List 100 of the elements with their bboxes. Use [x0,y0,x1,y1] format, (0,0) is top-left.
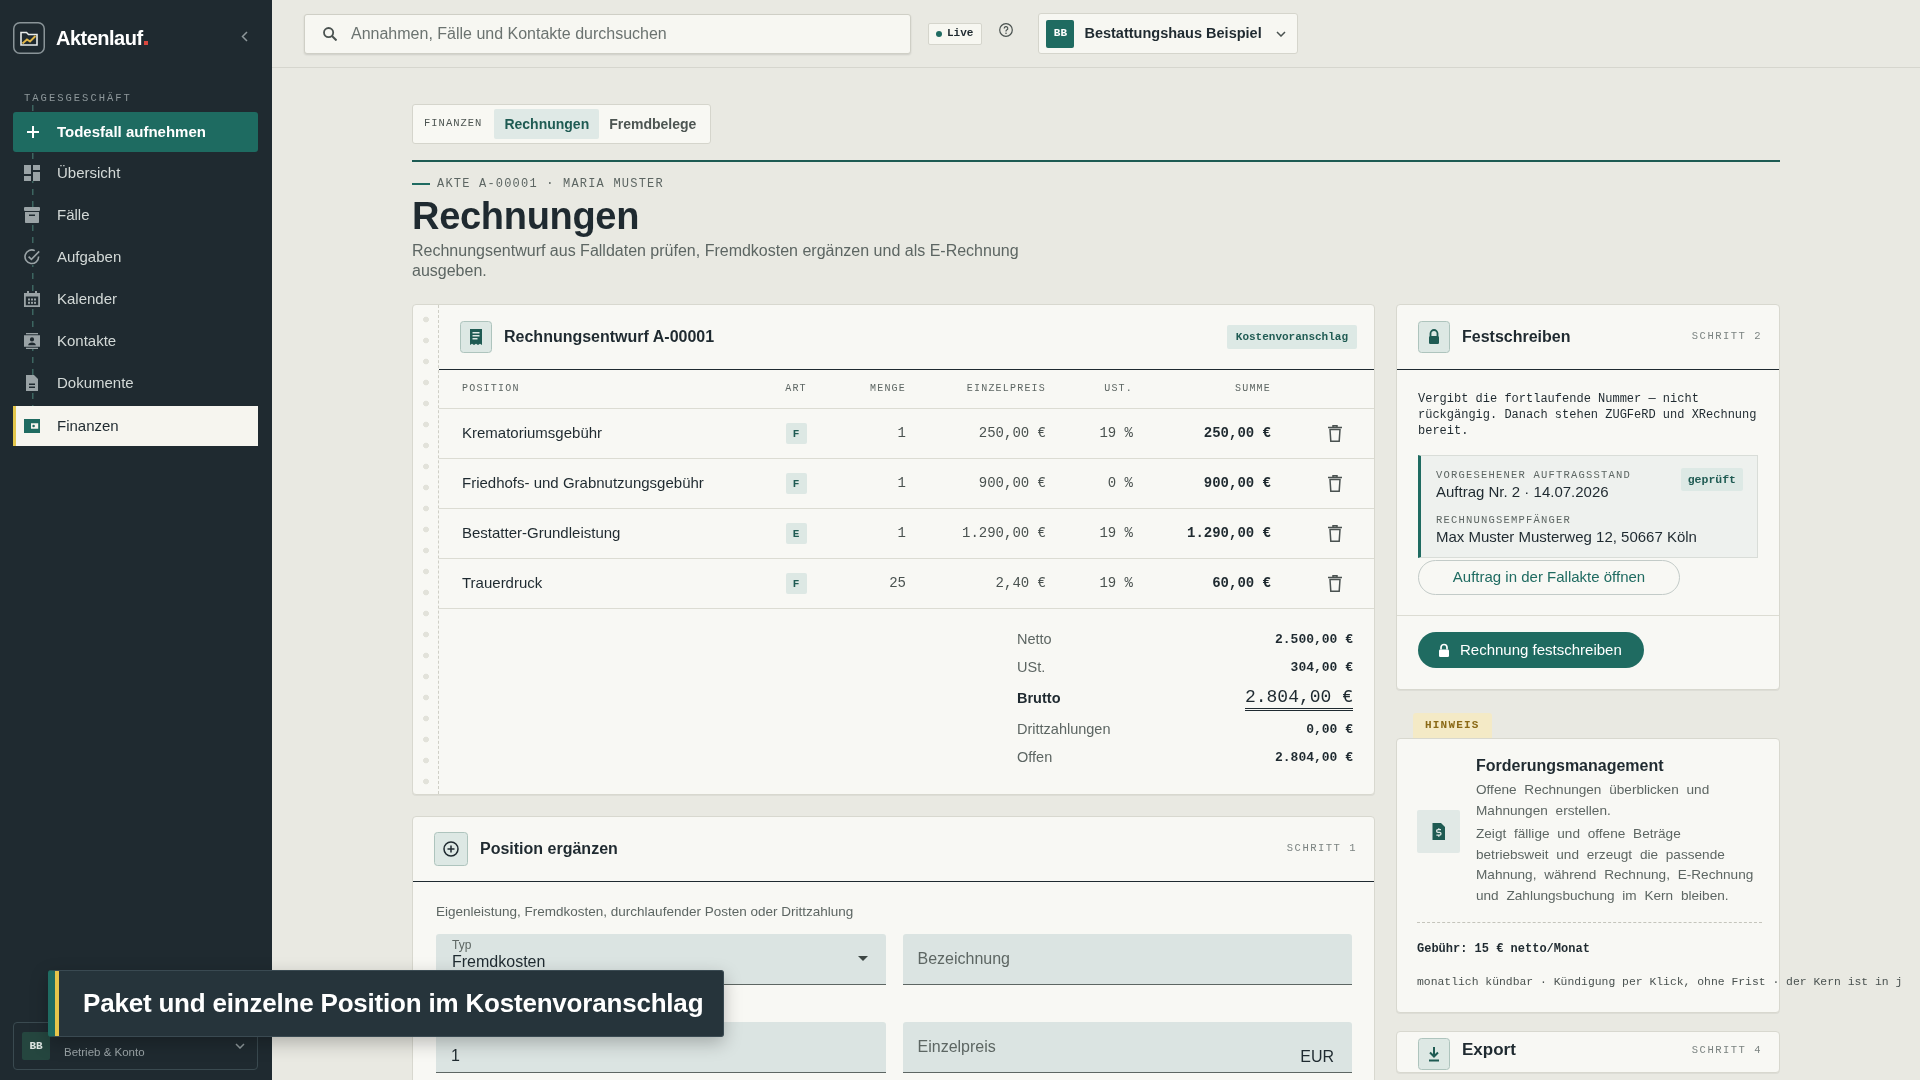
table-cell: 19 % [1047,558,1134,608]
nav-item[interactable]: Kalender [13,278,258,320]
trash-icon[interactable] [1328,524,1342,542]
nav-item[interactable]: Fälle [13,194,258,236]
tab[interactable]: Fremdbelege [599,109,707,139]
column-header: ART [771,370,821,408]
field-value: Auftrag Nr. 2 · 14.07.2026 [1436,482,1610,502]
total-value: 2.804,00 € [1274,748,1353,767]
tab[interactable]: Rechnungen [494,109,600,139]
total-value: 2.500,00 € [1274,630,1353,649]
nav-item[interactable]: Übersicht [13,152,258,194]
status-tag: geprüft [1680,468,1743,492]
help-icon[interactable] [999,22,1014,37]
table-cell: 60,00 € [1134,558,1272,608]
total-value: 0,00 € [1305,720,1353,739]
download-icon [1418,1038,1450,1070]
trash-icon[interactable] [1328,574,1342,592]
toast-message: Paket und einzelne Position im Kostenvoranschlag [83,987,704,1020]
table-cell: 250,00 € [907,408,1047,458]
calendar-icon [24,291,40,307]
column-header: POSITION [439,370,771,408]
lock-icon [1418,321,1450,353]
lock-icon [1438,643,1450,657]
nav-item[interactable]: Aufgaben [13,236,258,278]
card-title: Position ergänzen [480,838,618,859]
trash-icon[interactable] [1328,474,1342,492]
total-value: 2.804,00 € [1244,686,1353,711]
total-label: Netto [1017,629,1053,649]
chevron-down-icon [235,1043,245,1049]
column-header: MENGE [821,370,907,408]
accent-dash-icon [412,183,430,185]
table-cell: 1 [821,508,907,558]
card-title: Festschreiben [1462,327,1571,347]
fee-text: Gebühr: 15 € netto/Monat [1417,941,1591,957]
table-cell: 25 [821,558,907,608]
type-badge: F [785,423,807,445]
notice-lead: Offene Rechnungen überblicken und Mahnungen erstellen. [1476,781,1711,820]
total-label: Offen [1017,747,1054,767]
account-subtitle: Betrieb & Konto [64,1045,145,1061]
terms-text: monatlich kündbar · Kündigung per Klick, ohne Frist · der Kern ist in j [1417,975,1903,990]
check-circle-icon [24,249,40,265]
column-header: UST. [1047,370,1134,408]
table-cell: 2,40 € [907,558,1047,608]
dashboard-icon [24,165,40,181]
table-cell: Krematoriumsgebühr [439,408,771,458]
info-note: Vergibt die fortlaufende Nummer — nicht rückgängig. Danach stehen ZUGFeRD und XRechnung bereit. [1418,391,1758,439]
field-value: Max Muster Musterweg 12, 50667 Köln [1436,527,1698,547]
contact-card-icon [24,333,40,349]
table-cell: 1 [821,458,907,508]
form-hint: Eigenleistung, Fremdkosten, durchlaufender Posten oder Drittzahlung [436,902,855,921]
archive-box-icon [24,207,40,223]
field-label: VORGESEHENER AUFTRAGSSTAND [1436,468,1632,482]
receipt-icon [460,321,492,353]
input-field[interactable]: Bezeichnung [902,933,1352,985]
trash-icon[interactable] [1328,424,1342,442]
type-badge: F [785,473,807,495]
card-title: Rechnungsentwurf A-00001 [504,327,715,347]
input-field[interactable]: Einzelpreis EUR [902,1021,1352,1073]
page-title: Rechnungen [412,194,641,238]
finalize-button[interactable]: Rechnung festschreiben [1418,632,1644,668]
initials-avatar: BB [22,1032,50,1060]
total-label: USt. [1017,657,1047,677]
table-cell: 19 % [1047,508,1134,558]
document-icon [24,375,40,391]
new-case-button[interactable]: Todesfall aufnehmen [13,112,258,152]
chevron-down-icon [1275,30,1286,37]
initials-avatar: BB [1046,19,1075,48]
field-label: RECHNUNGSEMPFÄNGER [1436,513,1573,527]
step-label: SCHRITT 4 [1691,1043,1762,1058]
total-label: Brutto [1017,688,1062,708]
nav-item[interactable]: Kontakte [13,320,258,362]
logo-icon [13,22,45,54]
dropdown-caret-icon [857,956,868,961]
nav-item[interactable]: Finanzen [13,406,258,446]
table-cell: 250,00 € [1134,408,1272,458]
table-cell: 0 % [1047,458,1134,508]
organization-switcher[interactable]: BB Bestattungshaus Beispiel [1038,13,1298,54]
section-label: TAGESGESCHÄFT [24,91,133,105]
table-cell: 1 [821,408,907,458]
collapse-icon[interactable] [241,30,248,42]
search-field[interactable]: Annahmen, Fälle und Kontakte durchsuchen [304,13,911,54]
live-label: Live [947,26,974,42]
wallet-icon [24,418,40,434]
card-title: Export [1462,1040,1516,1060]
status-tag: Kostenvoranschlag [1226,324,1357,350]
table-cell: Trauerdruck [439,558,771,608]
step-label: SCHRITT 1 [1286,840,1357,856]
page-subtitle: Rechnungsentwurf aus Falldaten prüfen, Fremdkosten ergänzen und als E-Rechnung ausgeben. [412,241,1020,281]
table-cell: Friedhofs- und Grabnutzungsgebühr [439,458,771,508]
table-cell: 900,00 € [907,458,1047,508]
total-label: Drittzahlungen [1017,719,1112,739]
table-cell: 1.290,00 € [1134,508,1272,558]
table-cell: 900,00 € [1134,458,1272,508]
brand-name: Aktenlauf [56,26,143,50]
search-icon [323,26,337,41]
nav-item[interactable]: Dokumente [13,362,258,404]
column-header: SUMME [1134,370,1272,408]
notice-tag: HINWEIS [1413,713,1492,738]
plus-icon [27,126,39,138]
tab-group-label: FINANZEN [423,116,484,132]
